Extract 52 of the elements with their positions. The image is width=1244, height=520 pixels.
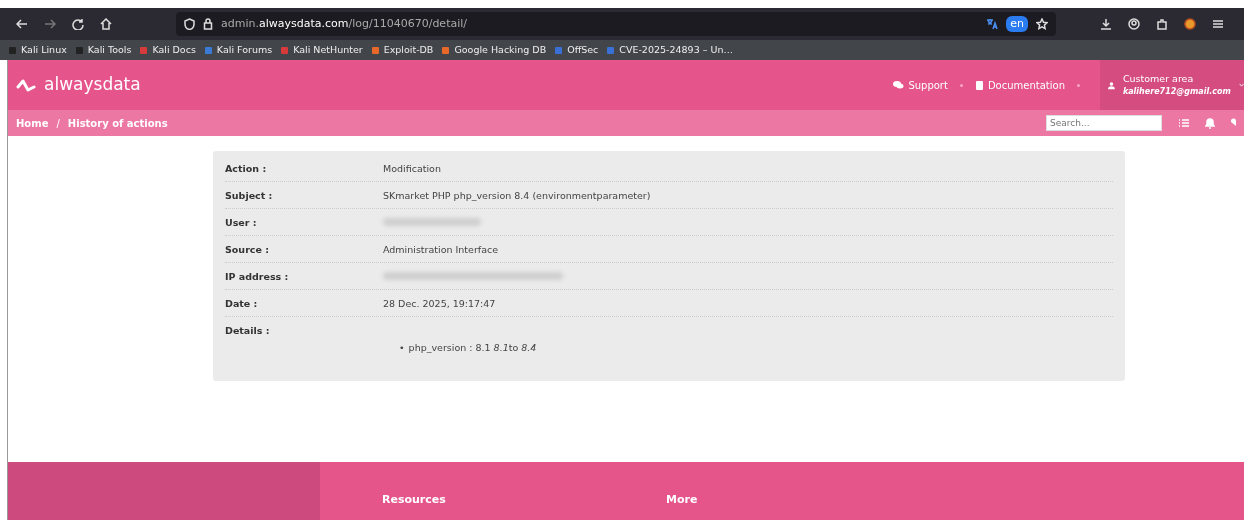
download-icon[interactable] [1100, 18, 1112, 30]
account-menu[interactable]: Customer area kalihere712@gmail.com [1100, 60, 1244, 110]
back-icon[interactable] [16, 18, 28, 30]
extensions-icon[interactable] [1156, 18, 1168, 30]
reload-icon[interactable] [72, 18, 84, 30]
detail-label: User : [225, 216, 258, 230]
detail-label: Date : [225, 297, 259, 311]
bookmark-link[interactable]: Kali NetHunter [280, 42, 363, 58]
home-icon[interactable] [100, 18, 112, 30]
star-icon[interactable] [1036, 18, 1048, 30]
detail-value: SKmarket PHP php_version 8.4 (environmentparameter) [383, 189, 652, 203]
url-text[interactable]: admin.alwaysdata.com/log/11040670/detail/ [221, 15, 467, 33]
bookmark-link[interactable]: Kali Docs [139, 42, 196, 58]
nav-link-item[interactable]: Documentation [974, 77, 1065, 93]
logo-text[interactable]: alwaysdata [44, 72, 141, 98]
shield-icon [184, 18, 195, 30]
heart-icon[interactable] [1231, 117, 1236, 128]
detail-value: 28 Dec. 2025, 19:17:47 [383, 297, 497, 311]
language-badge[interactable]: en [1006, 15, 1028, 33]
account-icon[interactable] [1128, 18, 1140, 30]
bell-icon[interactable] [1205, 117, 1215, 129]
chevron-down-icon [1238, 82, 1244, 88]
detail-value: Administration Interface [383, 243, 500, 257]
detail-label: IP address : [225, 270, 290, 284]
detail-item: php_version : 8.1 8.1to 8.4 [408, 341, 537, 355]
bookmark-link[interactable]: OffSec [554, 42, 599, 58]
nav-link-item[interactable]: Support [892, 77, 948, 93]
bookmark-link[interactable]: Google Hacking DB [441, 42, 547, 58]
bookmark-link[interactable]: Kali Forums [203, 42, 273, 58]
search-field[interactable]: Search... [1046, 115, 1162, 131]
bookmark-link[interactable]: CVE-2025-24893 – Un… [606, 42, 733, 58]
book-icon [974, 79, 984, 91]
detail-label: Source : [225, 243, 270, 257]
detail-label: Subject : [225, 189, 274, 203]
bookmark-link[interactable]: Exploit-DB [370, 42, 434, 58]
bullet-mark: • [399, 341, 405, 355]
bookmark-link[interactable]: Kali Tools [74, 42, 132, 58]
separator-dot [959, 83, 963, 87]
forward-icon[interactable] [44, 18, 56, 30]
translate-icon[interactable] [986, 18, 999, 30]
footer-heading: More [666, 492, 699, 508]
detail-label: Details : [225, 324, 271, 338]
detail-value: Modification [383, 162, 442, 176]
menu-icon[interactable] [1212, 18, 1224, 30]
footer-heading: Resources [382, 492, 447, 508]
breadcrumb-separator: / [56, 116, 60, 131]
bookmark-link[interactable]: Kali Linux [8, 42, 67, 58]
logo-icon [16, 78, 36, 92]
lock-icon [203, 18, 213, 30]
detail-label: Action : [225, 162, 268, 176]
chat-icon [892, 80, 905, 90]
separator-dot [1077, 83, 1080, 87]
